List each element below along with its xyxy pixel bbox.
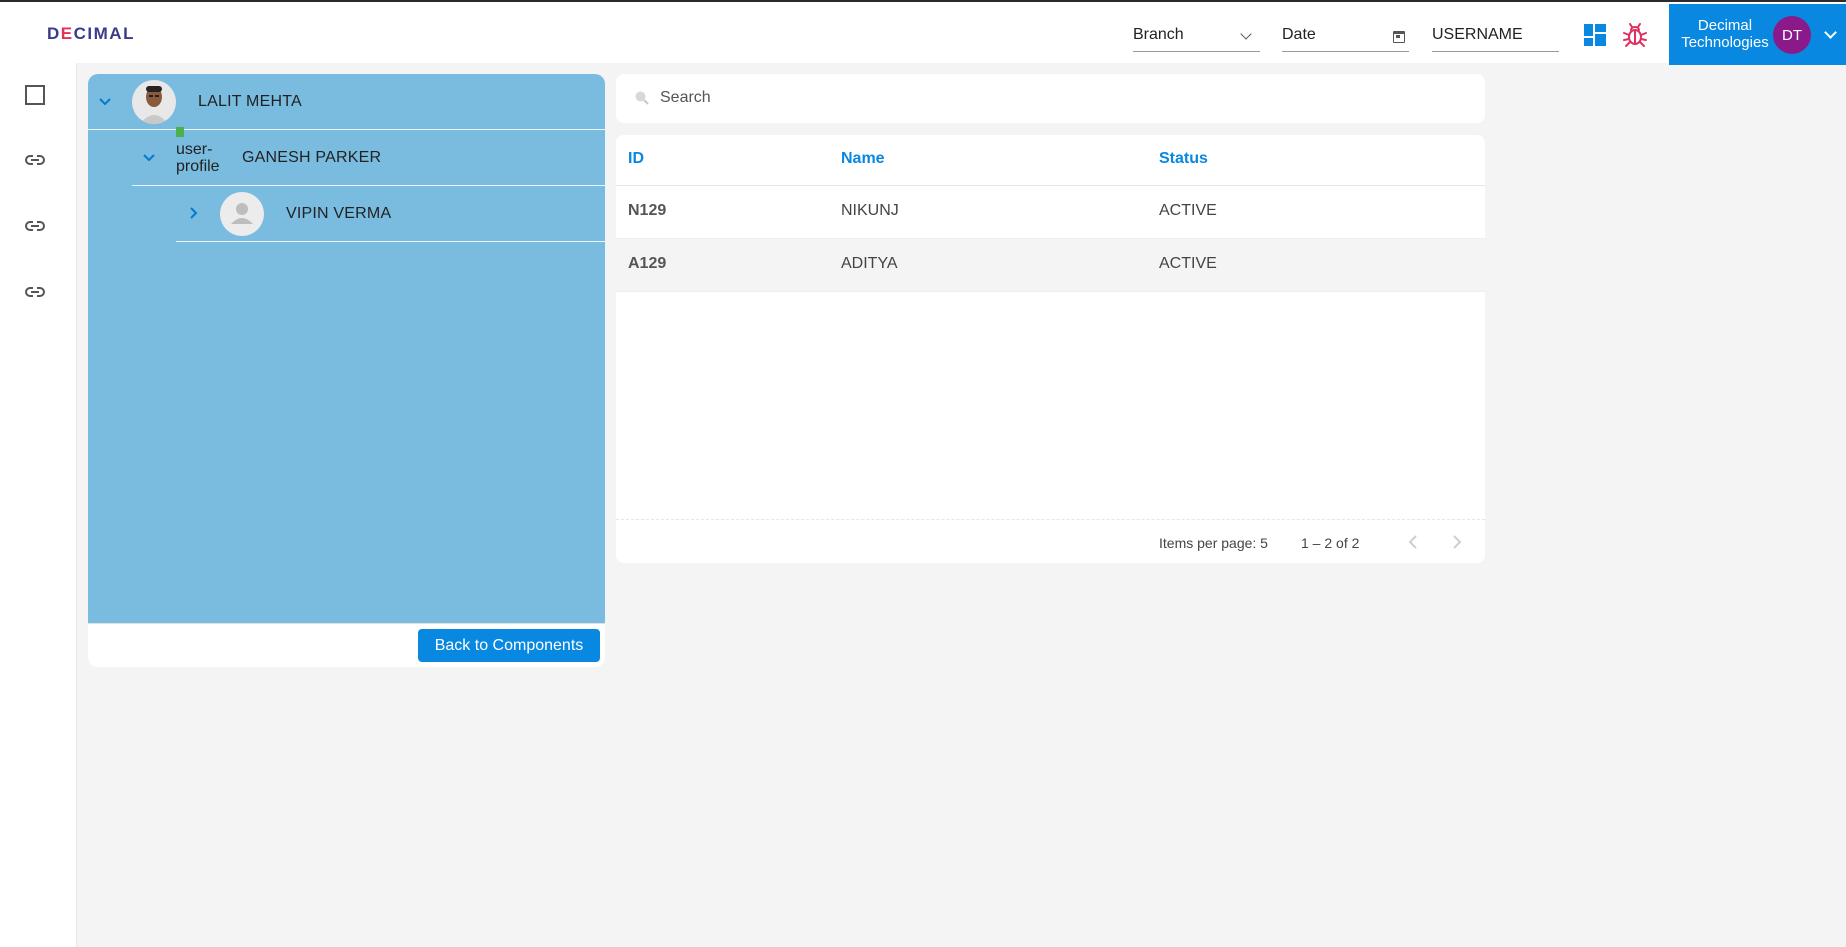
paginator: Items per page: 5 1 – 2 of 2 bbox=[616, 519, 1485, 563]
cell-id: A129 bbox=[628, 255, 667, 272]
chevron-down-icon bbox=[1240, 28, 1252, 40]
username-field[interactable]: USERNAME bbox=[1432, 22, 1559, 52]
cell-name: ADITYA bbox=[841, 255, 898, 272]
bug-icon[interactable] bbox=[1622, 22, 1648, 48]
top-header: DECIMAL Branch Date USERNAME Decimal Tec… bbox=[0, 2, 1846, 65]
chevron-right-icon[interactable] bbox=[1447, 532, 1467, 552]
tree-node-name: VIPIN VERMA bbox=[286, 205, 392, 222]
tree-node-name: LALIT MEHTA bbox=[198, 93, 302, 110]
table-row[interactable]: N129 NIKUNJ ACTIVE bbox=[616, 186, 1485, 239]
table-row[interactable]: A129 ADITYA ACTIVE bbox=[616, 239, 1485, 292]
tree-node[interactable]: VIPIN VERMA bbox=[176, 186, 605, 242]
cell-id: N129 bbox=[628, 202, 667, 219]
branch-select[interactable]: Branch bbox=[1133, 22, 1260, 52]
link-icon[interactable] bbox=[23, 148, 47, 172]
cell-name: NIKUNJ bbox=[841, 202, 899, 219]
org-tree-card: LALIT MEHTA user-profile GANESH PARKER V… bbox=[88, 74, 605, 667]
broken-image-glyph bbox=[176, 127, 184, 137]
tree-node[interactable]: LALIT MEHTA bbox=[88, 74, 605, 130]
chevron-right-icon[interactable] bbox=[186, 206, 200, 220]
org-tree: LALIT MEHTA user-profile GANESH PARKER V… bbox=[88, 74, 605, 624]
avatar[interactable]: DT bbox=[1773, 16, 1811, 54]
sidebar bbox=[0, 63, 77, 947]
cell-status: ACTIVE bbox=[1159, 255, 1217, 272]
column-header-status[interactable]: Status bbox=[1159, 150, 1208, 168]
page-range: 1 – 2 of 2 bbox=[1301, 535, 1360, 551]
username-field-label: USERNAME bbox=[1432, 26, 1523, 43]
date-picker-label: Date bbox=[1282, 26, 1316, 43]
search-icon bbox=[635, 91, 649, 105]
table-header: ID Name Status bbox=[616, 135, 1485, 186]
chevron-down-icon[interactable] bbox=[98, 94, 112, 108]
decimal-logo[interactable]: DECIMAL bbox=[47, 24, 135, 44]
branch-select-label: Branch bbox=[1133, 26, 1184, 43]
chevron-left-icon[interactable] bbox=[1403, 532, 1423, 552]
link-icon[interactable] bbox=[23, 214, 47, 238]
checkbox-icon[interactable] bbox=[23, 83, 47, 107]
chevron-down-icon[interactable] bbox=[142, 150, 156, 164]
column-header-name[interactable]: Name bbox=[841, 150, 885, 168]
user-photo bbox=[132, 80, 176, 124]
company-name: Decimal Technologies bbox=[1681, 17, 1769, 51]
dashboard-icon[interactable] bbox=[1584, 24, 1606, 46]
items-per-page[interactable]: Items per page: 5 bbox=[1159, 535, 1268, 551]
column-header-id[interactable]: ID bbox=[628, 150, 644, 168]
cell-status: ACTIVE bbox=[1159, 202, 1217, 219]
account-menu[interactable]: Decimal Technologies DT bbox=[1669, 4, 1846, 65]
broken-image-icon: user-profile bbox=[176, 124, 220, 184]
user-placeholder-icon bbox=[220, 192, 264, 236]
link-icon[interactable] bbox=[23, 280, 47, 304]
data-table: ID Name Status N129 NIKUNJ ACTIVE A129 A… bbox=[616, 135, 1485, 563]
chevron-down-icon[interactable] bbox=[1824, 26, 1837, 39]
tree-node[interactable]: user-profile GANESH PARKER bbox=[132, 127, 605, 186]
date-picker[interactable]: Date bbox=[1282, 22, 1409, 52]
calendar-icon[interactable] bbox=[1393, 31, 1405, 43]
search-input[interactable] bbox=[660, 84, 1460, 112]
search-bar bbox=[616, 74, 1485, 123]
tree-node-name: GANESH PARKER bbox=[242, 149, 382, 166]
back-to-components-button[interactable]: Back to Components bbox=[418, 629, 600, 662]
